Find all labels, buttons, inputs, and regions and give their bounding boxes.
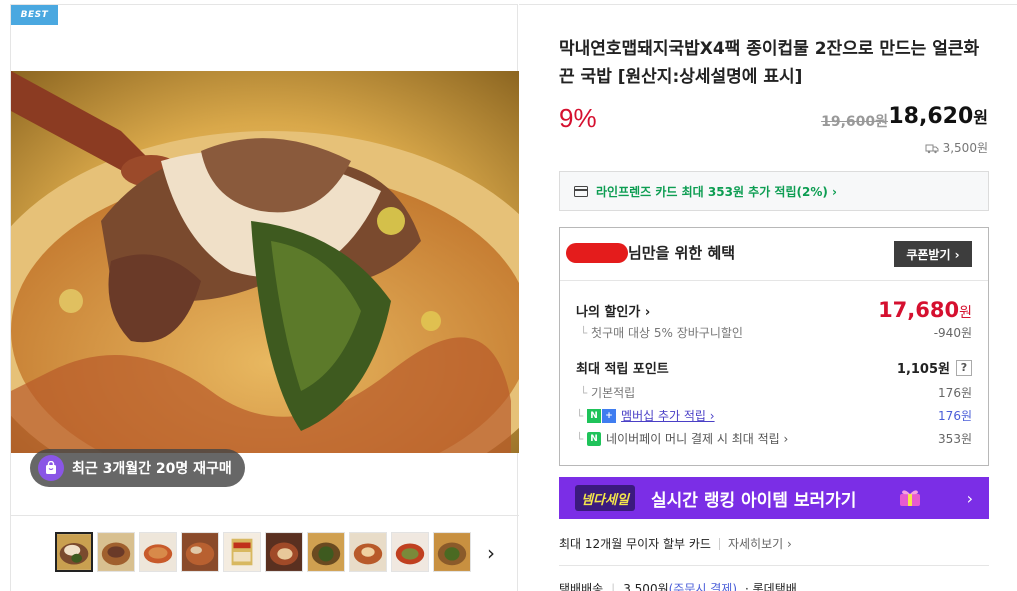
naverpay-label-wrap: └ N 네이버페이 머니 결제 시 최대 적립 › bbox=[576, 430, 788, 447]
ranking-arrow-icon: › bbox=[966, 488, 973, 508]
installment-more-link[interactable]: 자세히보기 › bbox=[728, 535, 792, 552]
repurchase-text: 최근 3개월간 20명 재구매 bbox=[72, 461, 232, 477]
delivery-fee-value: 3,500원 bbox=[942, 141, 988, 155]
original-price: 19,600원 bbox=[821, 114, 888, 130]
card-benefit-text: 라인프렌즈 카드 최대 353원 추가 적립(2%) › bbox=[596, 184, 837, 199]
shopping-bag-icon bbox=[38, 455, 64, 481]
naverpay-icon: N bbox=[587, 431, 602, 446]
benefit-title-text: 님만을 위한 혜택 bbox=[628, 244, 736, 262]
max-point-value: 1,105원 bbox=[896, 362, 950, 377]
member-benefit-box: 님만을 위한 혜택 쿠폰받기 › 나의 할인가 › 17,680원 첫구매 대상… bbox=[559, 227, 989, 466]
sale-logo: 넴다세일 bbox=[575, 485, 635, 511]
plus-icon: + bbox=[602, 408, 617, 423]
discount-rate: 9% bbox=[559, 103, 597, 133]
my-price-row: 나의 할인가 › 17,680원 bbox=[576, 298, 972, 322]
thumbnail[interactable] bbox=[139, 532, 177, 572]
first-purchase-label: 첫구매 대상 5% 장바구니할인 bbox=[576, 324, 743, 341]
coupon-button[interactable]: 쿠폰받기 › bbox=[894, 241, 972, 267]
installment-separator bbox=[718, 537, 720, 550]
shipping-fee-value: 3,500원 bbox=[623, 582, 669, 591]
max-point-label: 최대 적립 포인트 bbox=[576, 362, 669, 377]
shipping-divider bbox=[559, 565, 989, 566]
thumbnail[interactable] bbox=[265, 532, 303, 572]
naverpay-point-row: └ N 네이버페이 머니 결제 시 최대 적립 › 353원 bbox=[576, 430, 972, 447]
truck-icon bbox=[925, 144, 939, 153]
thumbnail-next-button[interactable]: › bbox=[481, 541, 501, 565]
max-point: 1,105원 ? bbox=[897, 358, 972, 377]
thumbnail[interactable] bbox=[223, 532, 261, 572]
basic-point-row: 기본적립 176원 bbox=[576, 384, 972, 401]
ranking-banner[interactable]: 넴다세일 실시간 랭킹 아이템 보러가기 › bbox=[559, 477, 989, 519]
shipping-method: 택배배송 bbox=[559, 582, 604, 591]
ranking-banner-text: 실시간 랭킹 아이템 보러가기 bbox=[651, 490, 857, 511]
delivery-fee: 3,500원 bbox=[925, 139, 988, 156]
benefit-divider bbox=[560, 280, 988, 281]
shipping-info: 택배배송 | 3,500원(주문시 결제) · 롯데택배 bbox=[559, 580, 797, 591]
membership-point-row: └ N + 멤버십 추가 적립 › 176원 bbox=[576, 407, 972, 424]
redacted-username bbox=[566, 242, 628, 263]
my-price-value: 17,680 bbox=[878, 298, 960, 322]
shipping-fee: 3,500원(주문시 결제) bbox=[623, 580, 737, 591]
benefit-title: 님만을 위한 혜택 bbox=[566, 242, 735, 263]
gift-icon bbox=[900, 490, 921, 506]
my-price-unit: 원 bbox=[959, 305, 972, 321]
thumbnail[interactable] bbox=[307, 532, 345, 572]
shipping-carrier: · 롯데택배 bbox=[745, 582, 797, 591]
my-price-label[interactable]: 나의 할인가 › bbox=[576, 301, 650, 320]
thumbnail-divider bbox=[11, 515, 519, 516]
thumbnail[interactable] bbox=[349, 532, 387, 572]
max-point-row: 최대 적립 포인트 1,105원 ? bbox=[576, 358, 972, 377]
sale-price-value: 18,620 bbox=[888, 104, 974, 129]
product-title: 막내연호맵돼지국밥X4팩 종이컵물 2잔으로 만드는 얼큰화끈 국밥 [원산지:… bbox=[559, 39, 980, 87]
main-product-image[interactable] bbox=[11, 71, 519, 453]
naverpay-link[interactable]: 네이버페이 머니 결제 시 최대 적립 › bbox=[606, 430, 788, 447]
thumbnail[interactable] bbox=[433, 532, 471, 572]
thumbnail-strip bbox=[55, 532, 471, 574]
basic-point-label: 기본적립 bbox=[576, 384, 635, 401]
thumbnail[interactable] bbox=[181, 532, 219, 572]
my-price: 17,680원 bbox=[878, 298, 972, 322]
credit-card-icon bbox=[574, 185, 588, 197]
basic-point-value: 176원 bbox=[938, 386, 972, 400]
membership-point-value: 176원 bbox=[938, 409, 972, 423]
installment-info: 최대 12개월 무이자 할부 카드 자세히보기 › bbox=[559, 535, 792, 552]
product-gallery: BEST 최근 3개월간 20명 재구매 › bbox=[10, 4, 519, 591]
card-benefit-banner[interactable]: 라인프렌즈 카드 최대 353원 추가 적립(2%) › bbox=[559, 171, 989, 211]
naverpay-point-value: 353원 bbox=[938, 432, 972, 446]
repurchase-badge: 최근 3개월간 20명 재구매 bbox=[30, 449, 245, 487]
thumbnail[interactable] bbox=[391, 532, 429, 572]
first-purchase-row: 첫구매 대상 5% 장바구니할인 -940원 bbox=[576, 324, 972, 341]
thumbnail[interactable] bbox=[55, 532, 93, 572]
membership-link[interactable]: 멤버십 추가 적립 › bbox=[621, 407, 715, 424]
product-info: 막내연호맵돼지국밥X4팩 종이컵물 2잔으로 만드는 얼큰화끈 국밥 [원산지:… bbox=[519, 4, 1017, 591]
membership-point-label-wrap: └ N + 멤버십 추가 적립 › bbox=[576, 407, 715, 424]
shipping-fee-note[interactable]: (주문시 결제) bbox=[669, 582, 737, 591]
sale-price: 18,620원 bbox=[888, 104, 988, 129]
shipping-separator: | bbox=[611, 581, 616, 591]
thumbnail[interactable] bbox=[97, 532, 135, 572]
first-purchase-value: -940원 bbox=[933, 326, 972, 340]
naver-n-icon: N bbox=[587, 408, 602, 423]
installment-text: 최대 12개월 무이자 할부 카드 bbox=[559, 537, 711, 551]
best-badge: BEST bbox=[11, 5, 58, 25]
tree-connector: └ bbox=[576, 431, 588, 446]
tree-connector: └ bbox=[576, 408, 588, 423]
sale-price-unit: 원 bbox=[973, 108, 988, 127]
help-icon[interactable]: ? bbox=[956, 359, 972, 376]
